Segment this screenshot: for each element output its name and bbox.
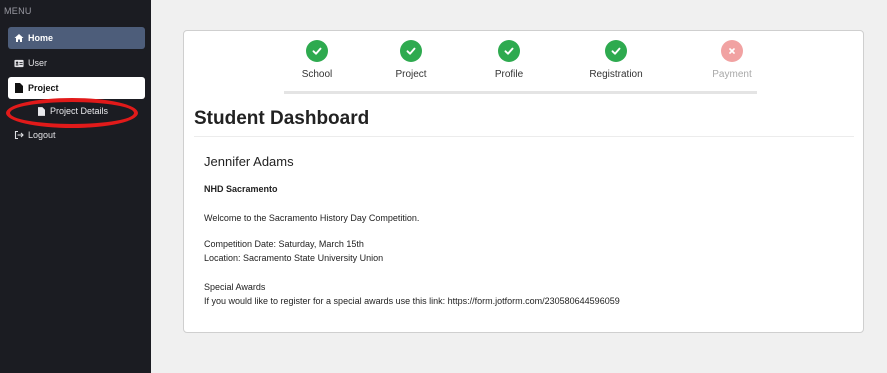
file-icon — [36, 106, 46, 116]
check-icon — [400, 40, 422, 62]
step-label: Payment — [712, 69, 752, 80]
check-icon — [306, 40, 328, 62]
step-project: Project — [366, 40, 456, 80]
step-label: School — [301, 69, 333, 80]
sidebar-item-label: User — [28, 58, 48, 68]
sidebar: MENU Home User Project Project Details L… — [0, 0, 151, 373]
step-registration: Registration — [571, 40, 661, 80]
special-awards-heading: Special Awards — [204, 282, 266, 292]
sidebar-item-label: Logout — [28, 130, 56, 140]
sidebar-item-project[interactable]: Project — [8, 77, 145, 99]
competition-date: Competition Date: Saturday, March 15th — [204, 239, 364, 249]
check-icon — [605, 40, 627, 62]
special-awards-text: If you would like to register for a spec… — [204, 296, 620, 306]
step-payment: Payment — [687, 40, 777, 80]
step-school: School — [272, 40, 362, 80]
sign-out-icon — [14, 130, 24, 140]
home-icon — [14, 33, 24, 43]
student-name: Jennifer Adams — [204, 154, 294, 169]
divider — [194, 136, 854, 137]
step-label: Project — [395, 69, 427, 80]
competition-location: Location: Sacramento State University Un… — [204, 253, 384, 263]
progress-line — [284, 91, 757, 94]
step-label: Profile — [494, 69, 524, 80]
sidebar-item-home[interactable]: Home — [8, 27, 145, 49]
sidebar-item-label: Home — [28, 33, 54, 43]
sidebar-item-label: Project — [28, 83, 59, 93]
id-card-icon — [14, 58, 24, 68]
welcome-message: Welcome to the Sacramento History Day Co… — [204, 213, 420, 223]
step-label: Registration — [589, 69, 643, 80]
sidebar-item-logout[interactable]: Logout — [8, 124, 145, 146]
check-icon — [498, 40, 520, 62]
file-icon — [14, 83, 24, 93]
page-title: Student Dashboard — [194, 108, 370, 129]
x-icon — [721, 40, 743, 62]
organization-name: NHD Sacramento — [204, 184, 278, 194]
sidebar-item-label: Project Details — [50, 106, 109, 116]
sidebar-item-user[interactable]: User — [8, 52, 145, 74]
dashboard-card: School Project Profile Registration Paym… — [183, 30, 864, 333]
step-profile: Profile — [464, 40, 554, 80]
menu-label: MENU — [4, 6, 32, 16]
sidebar-item-project-details[interactable]: Project Details — [8, 101, 145, 121]
